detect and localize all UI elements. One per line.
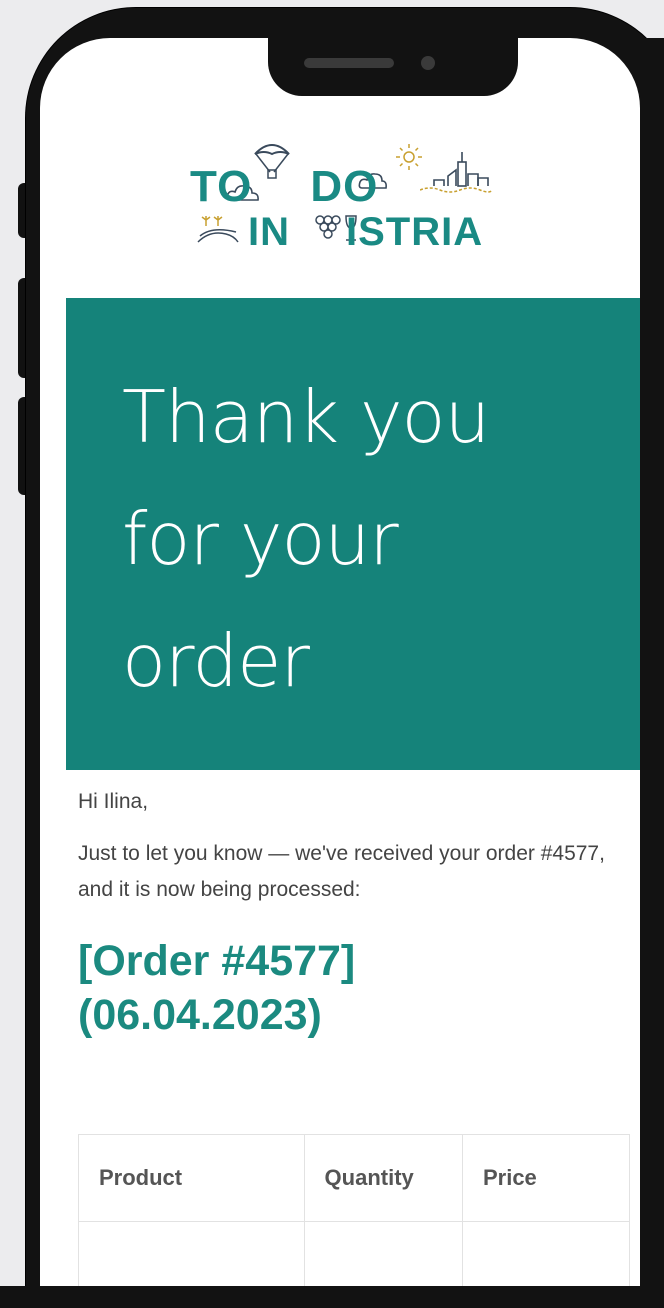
greeting-text: Hi Ilina, [78, 790, 149, 813]
front-camera [421, 56, 435, 70]
order-heading[interactable]: [Order #4577] (06.04.2023) [78, 934, 638, 1042]
hero-title-line: order [122, 619, 310, 703]
order-number: [Order #4577] [78, 937, 356, 985]
intro-text: Just to let you know — we've received yo… [78, 842, 605, 901]
brand-logo[interactable]: TO DO IN ISTRIA [190, 140, 520, 254]
table-header-row: Product Quantity Price [78, 1134, 631, 1222]
hero-title: Thank you for your order [122, 356, 602, 722]
phone-frame-bottom [0, 1286, 664, 1308]
order-date: (06.04.2023) [78, 991, 322, 1039]
column-header-price: Price [461, 1134, 631, 1222]
phone-frame-right [640, 38, 664, 1308]
hero-title-line: Thank you [122, 375, 490, 459]
logo-word-to: TO [190, 162, 253, 211]
logo-line-2: IN ISTRIA [248, 206, 483, 256]
logo-word-istria: ISTRIA [346, 210, 484, 254]
hero-title-line: for your [122, 497, 399, 581]
screenshot-stage: TO DO IN ISTRIA Thank you for your order H… [0, 0, 664, 1308]
column-header-product: Product [78, 1134, 305, 1222]
field-icon [197, 216, 239, 243]
speaker-grille [304, 58, 394, 68]
logo-line-1: TO DO [190, 162, 378, 212]
logo-word-in: IN [248, 210, 290, 254]
hero-banner: Thank you for your order [66, 298, 640, 770]
column-header-quantity: Quantity [303, 1134, 463, 1222]
town-church-icon [420, 152, 492, 193]
logo-word-do: DO [310, 162, 379, 211]
order-table: Product Quantity Price Casanova Tour [78, 1134, 631, 1308]
email-body: Hi Ilina, Just to let you know — we've r… [78, 790, 638, 1042]
